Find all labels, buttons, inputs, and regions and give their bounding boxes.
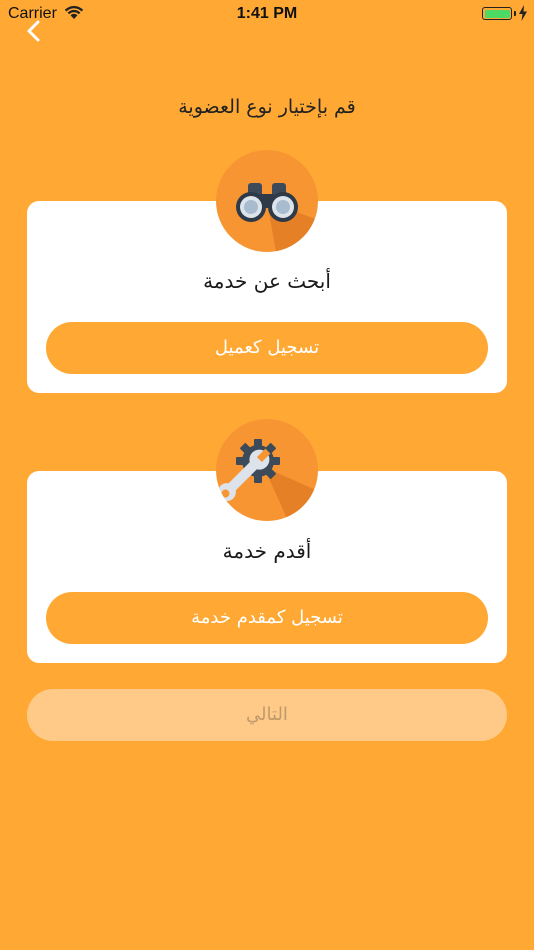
- battery-tip: [514, 11, 516, 16]
- battery-level-fill: [484, 9, 510, 18]
- status-bar: Carrier 1:41 PM: [0, 0, 534, 28]
- battery-icon: [482, 7, 512, 20]
- charging-bolt-icon: [519, 5, 527, 21]
- back-chevron-icon[interactable]: [22, 18, 48, 44]
- status-time: 1:41 PM: [236, 5, 298, 22]
- register-as-provider-button[interactable]: تسجيل كمقدم خدمة: [46, 592, 488, 644]
- wrench-gear-icon: [216, 419, 318, 521]
- card-title: أبحث عن خدمة: [203, 269, 331, 293]
- binoculars-icon: [216, 150, 318, 252]
- page-title: قم بإختيار نوع العضوية: [178, 96, 356, 118]
- screen: Carrier 1:41 PM قم بإختيار نوع العضوية أ…: [0, 0, 534, 950]
- next-button[interactable]: التالي: [27, 689, 507, 741]
- register-as-client-button[interactable]: تسجيل كعميل: [46, 322, 488, 374]
- card-title: أقدم خدمة: [222, 539, 312, 563]
